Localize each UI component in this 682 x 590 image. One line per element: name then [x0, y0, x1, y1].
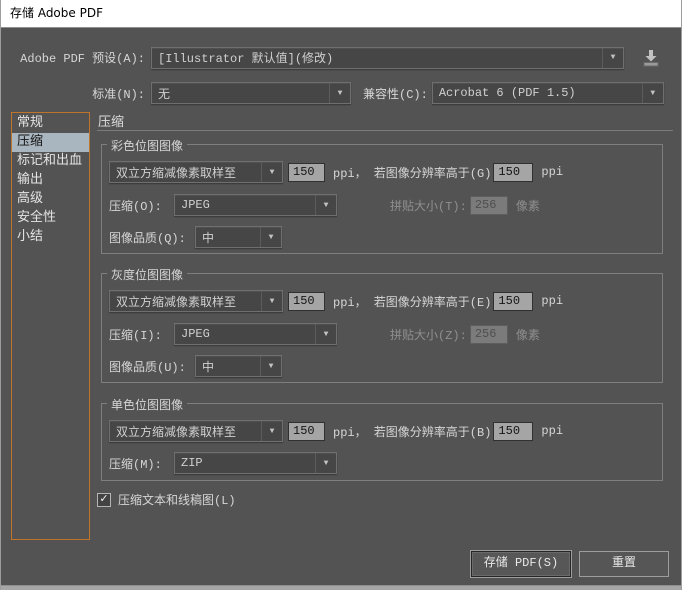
- compatibility-label: 兼容性(C):: [363, 85, 428, 102]
- pixels-unit-label: 像素: [516, 197, 540, 214]
- preset-label: Adobe PDF 预设(A):: [15, 49, 145, 66]
- quality-value: 中: [196, 229, 260, 246]
- gray-quality-select[interactable]: 中 ▼: [195, 355, 282, 377]
- sidebar-item-security[interactable]: 安全性: [12, 209, 89, 228]
- downsample-value: 双立方缩减像素取样至: [110, 164, 261, 181]
- color-downsample-select[interactable]: 双立方缩减像素取样至 ▼: [109, 161, 283, 183]
- standard-value: 无: [152, 85, 329, 102]
- compression-label: 压缩(I):: [109, 326, 174, 343]
- downsample-value: 双立方缩减像素取样至: [110, 423, 261, 440]
- chevron-down-icon: ▼: [315, 195, 336, 215]
- compatibility-select[interactable]: Acrobat 6 (PDF 1.5) ▼: [432, 82, 664, 104]
- chevron-down-icon: ▼: [261, 162, 282, 182]
- gray-threshold-ppi-input[interactable]: 150: [493, 292, 533, 311]
- panel-title: 压缩: [98, 111, 124, 130]
- gray-ppi-input[interactable]: 150: [288, 292, 325, 311]
- group-legend: 单色位图图像: [107, 396, 187, 413]
- tile-size-label: 拼贴大小(T):: [390, 197, 467, 214]
- color-ppi-input[interactable]: 150: [288, 163, 325, 182]
- gray-downsample-select[interactable]: 双立方缩减像素取样至 ▼: [109, 290, 283, 312]
- color-compression-select[interactable]: JPEG ▼: [174, 194, 337, 216]
- reset-button[interactable]: 重置: [579, 551, 669, 577]
- panel-separator: [97, 130, 673, 131]
- quality-row: 图像品质(Q): 中 ▼: [109, 226, 655, 248]
- gray-compression-select[interactable]: JPEG ▼: [174, 323, 337, 345]
- compress-text-label: 压缩文本和线稿图(L): [118, 491, 236, 508]
- pixels-unit-label: 像素: [516, 326, 540, 343]
- sidebar-item-output[interactable]: 输出: [12, 171, 89, 190]
- compress-text-row: ✓ 压缩文本和线稿图(L): [97, 491, 236, 508]
- chevron-down-icon: ▼: [261, 421, 282, 441]
- mono-ppi-input[interactable]: 150: [288, 422, 325, 441]
- resample-row: 双立方缩减像素取样至 ▼ 150 ppi， 若图像分辨率高于(E) 150 pp…: [109, 290, 655, 312]
- color-threshold-label: ppi， 若图像分辨率高于(G): [333, 164, 491, 181]
- standard-select[interactable]: 无 ▼: [151, 82, 351, 104]
- save-pdf-button[interactable]: 存储 PDF(S): [471, 551, 571, 577]
- color-tile-size-input: 256: [470, 196, 508, 215]
- standard-label: 标准(N):: [15, 85, 145, 102]
- tile-size-label: 拼贴大小(Z):: [390, 326, 467, 343]
- chevron-down-icon: ▼: [642, 83, 663, 103]
- group-legend: 彩色位图图像: [107, 137, 187, 154]
- mono-downsample-select[interactable]: 双立方缩减像素取样至 ▼: [109, 420, 283, 442]
- compatibility-value: Acrobat 6 (PDF 1.5): [433, 86, 642, 100]
- standard-row: 标准(N): 无 ▼ 兼容性(C): Acrobat 6 (PDF 1.5) ▼: [15, 82, 664, 104]
- compression-value: JPEG: [175, 198, 315, 212]
- resample-row: 双立方缩减像素取样至 ▼ 150 ppi， 若图像分辨率高于(G) 150 pp…: [109, 161, 655, 183]
- mono-bitmap-group: 单色位图图像 双立方缩减像素取样至 ▼ 150 ppi， 若图像分辨率高于(B)…: [101, 403, 663, 481]
- compression-label: 压缩(M):: [109, 455, 174, 472]
- settings-category-list: 常规 压缩 标记和出血 输出 高级 安全性 小结: [11, 112, 90, 540]
- downsample-value: 双立方缩减像素取样至: [110, 293, 261, 310]
- chevron-down-icon: ▼: [315, 453, 336, 473]
- color-threshold-ppi-input[interactable]: 150: [493, 163, 533, 182]
- sidebar-item-summary[interactable]: 小结: [12, 228, 89, 247]
- quality-row: 图像品质(U): 中 ▼: [109, 355, 655, 377]
- window-bottom-frame: [1, 585, 681, 590]
- chevron-down-icon: ▼: [315, 324, 336, 344]
- compression-row: 压缩(O): JPEG ▼ 拼贴大小(T): 256 像素: [109, 194, 655, 216]
- mono-threshold-ppi-input[interactable]: 150: [493, 422, 533, 441]
- ppi-unit-label: ppi: [541, 294, 563, 308]
- image-quality-label: 图像品质(U):: [109, 358, 195, 375]
- chevron-down-icon: ▼: [260, 227, 281, 247]
- save-preset-icon: [640, 49, 662, 67]
- compression-value: ZIP: [175, 456, 315, 470]
- preset-row: Adobe PDF 预设(A): [Illustrator 默认值](修改) ▼: [15, 46, 663, 69]
- group-legend: 灰度位图图像: [107, 266, 187, 283]
- preset-select[interactable]: [Illustrator 默认值](修改) ▼: [151, 47, 624, 69]
- preset-value: [Illustrator 默认值](修改): [152, 49, 602, 66]
- save-adobe-pdf-dialog: 存储 Adobe PDF Adobe PDF 预设(A): [Illustrat…: [0, 0, 682, 590]
- compress-text-checkbox[interactable]: ✓: [97, 493, 111, 507]
- chevron-down-icon: ▼: [329, 83, 350, 103]
- quality-value: 中: [196, 358, 260, 375]
- gray-threshold-label: ppi， 若图像分辨率高于(E): [333, 293, 491, 310]
- save-preset-button[interactable]: [639, 48, 663, 68]
- chevron-down-icon: ▼: [602, 48, 623, 68]
- image-quality-label: 图像品质(Q):: [109, 229, 195, 246]
- compression-row: 压缩(M): ZIP ▼: [109, 452, 655, 474]
- sidebar-item-compression[interactable]: 压缩: [12, 133, 89, 152]
- titlebar[interactable]: 存储 Adobe PDF: [1, 0, 681, 28]
- chevron-down-icon: ▼: [261, 291, 282, 311]
- compression-value: JPEG: [175, 327, 315, 341]
- sidebar-item-marks-bleed[interactable]: 标记和出血: [12, 152, 89, 171]
- color-bitmap-group: 彩色位图图像 双立方缩减像素取样至 ▼ 150 ppi， 若图像分辨率高于(G)…: [101, 144, 663, 254]
- window-title: 存储 Adobe PDF: [10, 6, 103, 20]
- mono-threshold-label: ppi， 若图像分辨率高于(B): [333, 423, 491, 440]
- color-quality-select[interactable]: 中 ▼: [195, 226, 282, 248]
- sidebar-item-general[interactable]: 常规: [12, 114, 89, 133]
- compression-label: 压缩(O):: [109, 197, 174, 214]
- resample-row: 双立方缩减像素取样至 ▼ 150 ppi， 若图像分辨率高于(B) 150 pp…: [109, 420, 655, 442]
- grayscale-bitmap-group: 灰度位图图像 双立方缩减像素取样至 ▼ 150 ppi， 若图像分辨率高于(E)…: [101, 273, 663, 383]
- ppi-unit-label: ppi: [541, 165, 563, 179]
- sidebar-item-advanced[interactable]: 高级: [12, 190, 89, 209]
- mono-compression-select[interactable]: ZIP ▼: [174, 452, 337, 474]
- ppi-unit-label: ppi: [541, 424, 563, 438]
- chevron-down-icon: ▼: [260, 356, 281, 376]
- compression-row: 压缩(I): JPEG ▼ 拼贴大小(Z): 256 像素: [109, 323, 655, 345]
- gray-tile-size-input: 256: [470, 325, 508, 344]
